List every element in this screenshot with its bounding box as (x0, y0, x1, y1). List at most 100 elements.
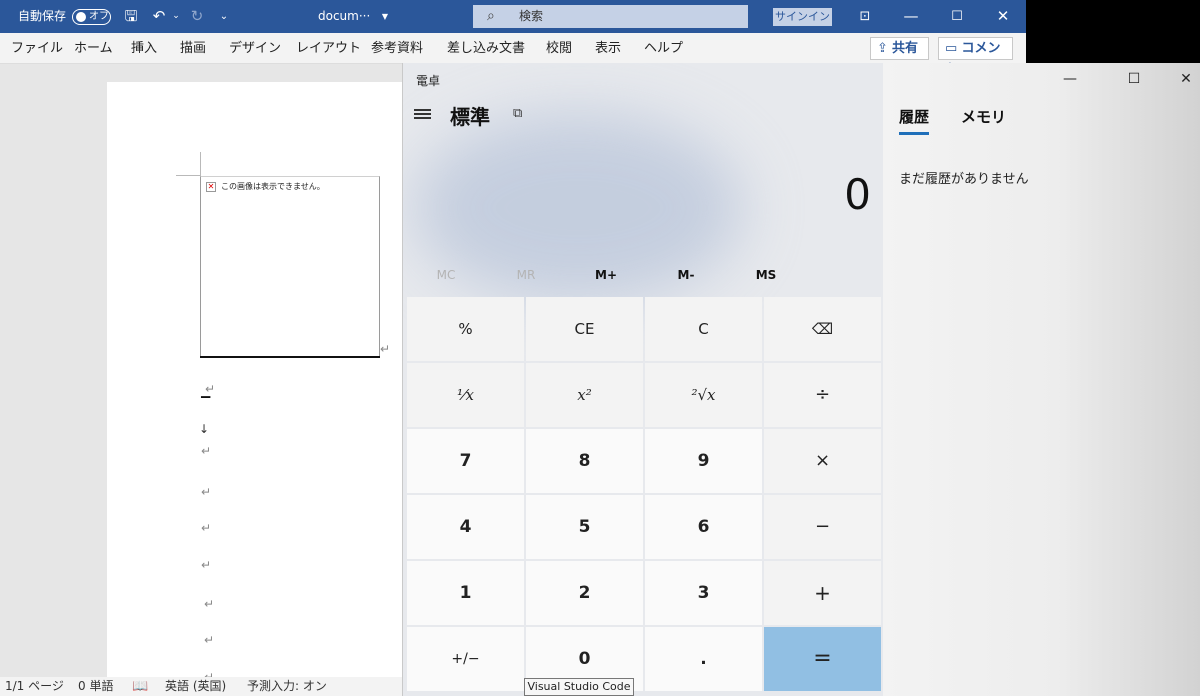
multiply-button[interactable]: × (764, 429, 881, 493)
backspace-icon[interactable]: ⌫ (764, 297, 881, 361)
crop-mark (200, 152, 201, 176)
paragraph-mark-icon: ↵ (201, 444, 212, 458)
tab-draw[interactable]: 描画 (180, 33, 206, 64)
active-tab-indicator (899, 132, 929, 135)
percent-button[interactable]: % (407, 297, 524, 361)
paragraph-mark-icon: ↵ (204, 597, 215, 611)
digit-6-button[interactable]: 6 (645, 495, 762, 559)
tab-history[interactable]: 履歴 (899, 106, 929, 127)
proofing-book-icon[interactable]: 📖 (132, 677, 148, 696)
keep-on-top-icon[interactable]: ⧉ (513, 106, 529, 121)
square-root-label: ²√x (691, 386, 716, 404)
close-icon[interactable]: ✕ (990, 0, 1016, 33)
signin-button[interactable]: サインイン (773, 8, 832, 26)
document-name-chevron-icon[interactable]: ▼ (378, 0, 392, 33)
search-placeholder: 検索 (519, 9, 544, 23)
digit-4-button[interactable]: 4 (407, 495, 524, 559)
crop-mark (176, 175, 201, 176)
document-name[interactable]: docum··· (318, 0, 370, 33)
comment-icon: ▭ (945, 41, 958, 56)
save-icon[interactable]: 🖫 (120, 0, 142, 33)
status-page[interactable]: 1/1 ページ (5, 677, 64, 696)
paragraph-mark-icon: ↵ (204, 633, 215, 647)
negate-button[interactable]: +/− (407, 627, 524, 691)
square-root-button[interactable]: ²√x (645, 363, 762, 427)
digit-2-button[interactable]: 2 (526, 561, 643, 625)
reciprocal-button[interactable]: ¹⁄x (407, 363, 524, 427)
ribbon-display-options-icon[interactable]: ⊡ (852, 0, 878, 33)
search-icon: ⌕ (487, 8, 495, 24)
clear-entry-button[interactable]: CE (526, 297, 643, 361)
equals-button[interactable]: = (764, 627, 881, 691)
tab-mailings[interactable]: 差し込み文書 (447, 33, 525, 64)
paragraph-mark-icon: ↵ (205, 382, 216, 396)
digit-7-button[interactable]: 7 (407, 429, 524, 493)
status-prediction[interactable]: 予測入力: オン (247, 677, 327, 696)
tab-layout[interactable]: レイアウト (296, 33, 361, 64)
minimize-icon[interactable]: — (898, 0, 924, 33)
memory-clear-button[interactable]: MC (406, 268, 486, 282)
status-words[interactable]: 0 単語 (78, 677, 113, 696)
share-icon: ⇪ (877, 41, 888, 56)
share-label: 共有 (892, 41, 919, 56)
share-button[interactable]: ⇪ 共有 (870, 37, 929, 60)
taskbar-tooltip: Visual Studio Code (524, 678, 634, 696)
decimal-button[interactable]: . (645, 627, 762, 691)
autosave-label: 自動保存 (18, 9, 67, 23)
digit-1-button[interactable]: 1 (407, 561, 524, 625)
document-page[interactable]: ✕ この画像は表示できません。 ↵ ▁ ↵ ↓ ↵ ↵ ↵ ↵ ↵ ↵ ↵ (107, 82, 437, 684)
broken-image-text: この画像は表示できません。 (221, 182, 325, 191)
history-empty-message: まだ履歴がありません (899, 172, 1029, 187)
redo-icon[interactable]: ↻ (186, 0, 208, 33)
toggle-knob (76, 12, 86, 22)
calculator-side-panel (883, 63, 1200, 696)
tab-design[interactable]: デザイン (229, 33, 281, 64)
plus-button[interactable]: + (764, 561, 881, 625)
calc-minimize-icon[interactable]: — (1045, 63, 1095, 95)
divide-button[interactable]: ÷ (764, 363, 881, 427)
calculator-window: 電卓 — ☐ ✕ 標準 ⧉ 0 MC MR M+ M- MS % CE C ⌫ … (402, 63, 1200, 696)
memory-store-button[interactable]: MS (726, 268, 806, 282)
ribbon-tabs: ファイル ホーム 挿入 描画 デザイン レイアウト 参考資料 差し込み文書 校閲… (0, 33, 1026, 77)
search-box[interactable]: ⌕ 検索 (473, 5, 748, 28)
paragraph-mark-icon: ↵ (201, 558, 212, 572)
autosave-state: オフ (89, 11, 109, 22)
calculator-title: 電卓 (416, 74, 441, 88)
tab-file[interactable]: ファイル (11, 33, 63, 64)
calc-close-icon[interactable]: ✕ (1171, 63, 1200, 95)
tab-review[interactable]: 校閲 (546, 33, 572, 64)
image-bottom-border (200, 356, 380, 358)
tab-view[interactable]: 表示 (595, 33, 621, 64)
autosave-toggle[interactable]: オフ (72, 9, 111, 25)
paragraph-mark-icon: ↵ (380, 342, 391, 356)
status-language[interactable]: 英語 (英国) (165, 677, 226, 696)
memory-add-button[interactable]: M+ (566, 268, 646, 282)
comments-button[interactable]: ▭ コメント (938, 37, 1013, 77)
tab-home[interactable]: ホーム (74, 33, 113, 64)
broken-image-placeholder[interactable]: ✕ この画像は表示できません。 (200, 176, 380, 358)
broken-image-icon: ✕ (206, 182, 216, 192)
digit-9-button[interactable]: 9 (645, 429, 762, 493)
customize-toolbar-icon[interactable]: ⌄ (216, 0, 232, 33)
memory-recall-button[interactable]: MR (486, 268, 566, 282)
digit-5-button[interactable]: 5 (526, 495, 643, 559)
undo-dropdown-icon[interactable]: ⌄ (171, 0, 181, 33)
word-titlebar: 自動保存 オフ 🖫 ↶ ⌄ ↻ ⌄ docum··· ▼ ⌕ 検索 サインイン … (0, 0, 1026, 33)
tab-references[interactable]: 参考資料 (371, 33, 423, 64)
paragraph-mark-icon: ↵ (201, 485, 212, 499)
digit-3-button[interactable]: 3 (645, 561, 762, 625)
minus-button[interactable]: − (764, 495, 881, 559)
clear-button[interactable]: C (645, 297, 762, 361)
calc-maximize-icon[interactable]: ☐ (1109, 63, 1159, 95)
square-button[interactable]: x² (526, 363, 643, 427)
memory-subtract-button[interactable]: M- (646, 268, 726, 282)
digit-8-button[interactable]: 8 (526, 429, 643, 493)
hamburger-menu-icon[interactable] (414, 107, 434, 121)
maximize-icon[interactable]: ☐ (944, 0, 970, 33)
undo-icon[interactable]: ↶ (148, 0, 170, 33)
line-break-icon: ↓ (199, 422, 210, 436)
tab-help[interactable]: ヘルプ (644, 33, 683, 64)
tab-memory[interactable]: メモリ (961, 106, 1006, 127)
tab-insert[interactable]: 挿入 (131, 33, 157, 64)
square-label: x² (577, 386, 592, 404)
